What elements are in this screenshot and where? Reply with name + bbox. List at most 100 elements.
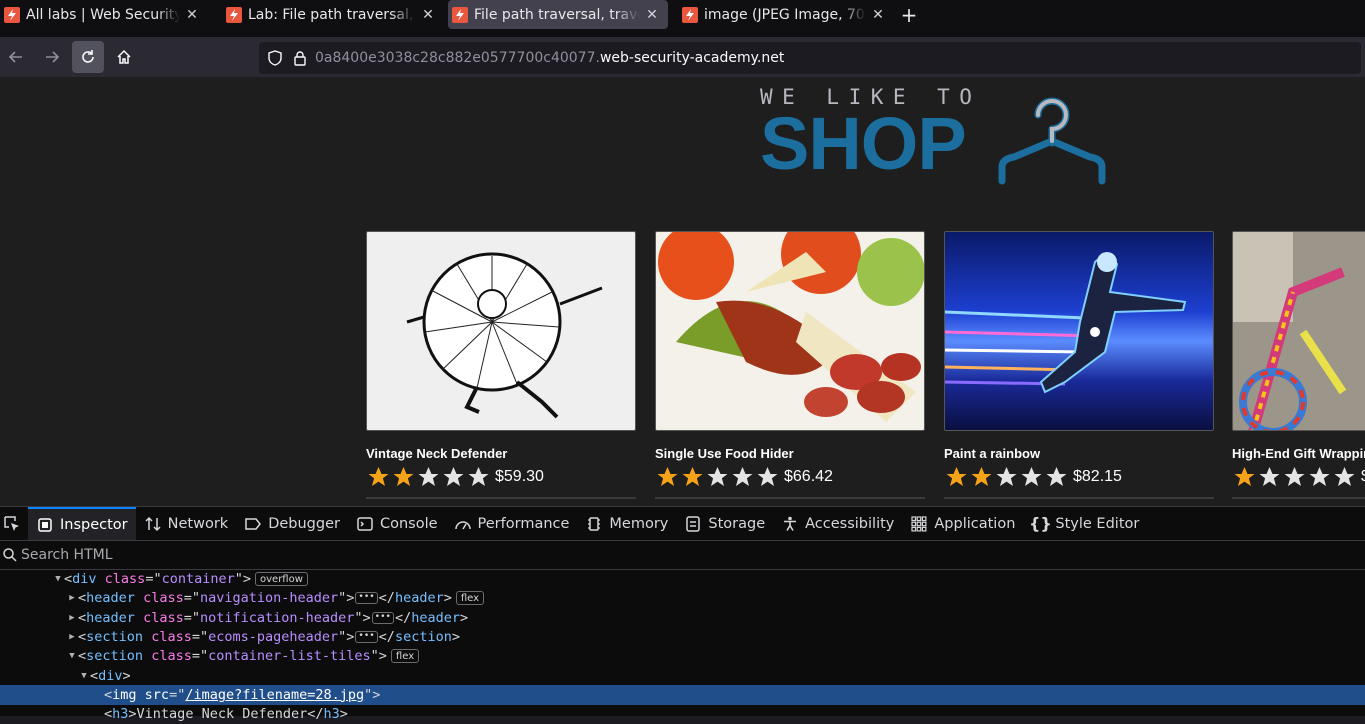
star-empty-icon bbox=[1259, 467, 1280, 486]
tab-label: Inspector bbox=[60, 516, 128, 533]
star-filled-icon bbox=[946, 467, 967, 486]
markup-node-h3[interactable]: < h3 > Vintage Neck Defender </h3 > bbox=[0, 705, 1365, 724]
food-hider-image[interactable] bbox=[655, 231, 925, 431]
academy-favicon-icon bbox=[682, 6, 698, 23]
home-icon bbox=[117, 49, 131, 64]
element-picker-button[interactable] bbox=[0, 507, 28, 540]
new-tab-button[interactable]: + bbox=[894, 0, 924, 29]
markup-node-container[interactable]: ▼ < div class =" container "> overflow bbox=[0, 570, 1365, 589]
hanger-icon bbox=[998, 97, 1106, 185]
star-empty-icon bbox=[1334, 467, 1355, 486]
tab-storage[interactable]: Storage bbox=[676, 507, 773, 540]
academy-favicon-icon bbox=[452, 6, 468, 23]
back-button[interactable] bbox=[0, 41, 32, 73]
storage-icon bbox=[686, 515, 701, 532]
web-page: WE LIKE TO SHOP Vintage Neck Defender $5… bbox=[0, 77, 1365, 506]
url-domain: web-security-academy.net bbox=[599, 50, 785, 66]
collapse-toggle-icon[interactable]: ▶ bbox=[66, 593, 78, 603]
star-rating bbox=[944, 465, 1069, 489]
tab-label: Network bbox=[167, 515, 229, 532]
element-picker-icon bbox=[4, 515, 19, 531]
flex-badge[interactable]: flex bbox=[455, 591, 485, 606]
product-tile[interactable]: High-End Gift Wrapping $ bbox=[1232, 231, 1365, 499]
gift-wrapping-image[interactable] bbox=[1232, 231, 1365, 431]
tab-image-jpeg[interactable]: image (JPEG Image, 700 ✕ bbox=[678, 0, 894, 29]
product-tile[interactable]: Paint a rainbow $82.15 bbox=[944, 231, 1214, 499]
markup-node-ecoms-pageheader[interactable]: ▶ < section class =" ecoms-pageheader "> ••• </… bbox=[0, 627, 1365, 646]
close-tab-icon[interactable]: ✕ bbox=[644, 7, 660, 23]
tab-memory[interactable]: Memory bbox=[577, 507, 676, 540]
markup-node-img-selected[interactable]: < img src ="/image?filename=28.jpg "> bbox=[0, 685, 1365, 705]
url-prefix: 0a8400e3038c28c882e0577700c40077. bbox=[315, 50, 600, 66]
product-price: $ bbox=[1361, 468, 1365, 486]
flex-badge[interactable]: flex bbox=[390, 649, 420, 664]
lock-icon[interactable] bbox=[293, 50, 307, 66]
search-html-input[interactable] bbox=[21, 547, 621, 563]
tab-performance[interactable]: Performance bbox=[446, 507, 578, 540]
shop-logo[interactable]: WE LIKE TO SHOP bbox=[760, 85, 981, 181]
product-tile[interactable]: Single Use Food Hider $66.42 bbox=[655, 231, 925, 499]
tab-file-path-active[interactable]: File path traversal, traversal ✕ bbox=[448, 0, 668, 29]
markup-node-navigation-header[interactable]: ▶ < header class =" navigation-header "> ••• </… bbox=[0, 589, 1365, 608]
product-tile[interactable]: Vintage Neck Defender $59.30 bbox=[366, 231, 636, 499]
ellipsis-icon[interactable]: ••• bbox=[355, 592, 378, 605]
markup-node-notification-header[interactable]: ▶ < header class =" notification-header "> •••… bbox=[0, 608, 1365, 627]
expand-toggle-icon[interactable]: ▼ bbox=[66, 651, 78, 661]
collapse-toggle-icon[interactable]: ▶ bbox=[66, 632, 78, 642]
reload-button[interactable] bbox=[72, 41, 104, 73]
tab-application[interactable]: Application bbox=[902, 507, 1023, 540]
url-bar[interactable]: 0a8400e3038c28c882e0577700c40077.web-sec… bbox=[259, 42, 1361, 74]
product-name[interactable]: High-End Gift Wrapping bbox=[1232, 446, 1365, 461]
star-empty-icon bbox=[1021, 467, 1042, 486]
star-empty-icon bbox=[1309, 467, 1330, 486]
tab-label: Memory bbox=[609, 515, 669, 532]
arrow-right-icon bbox=[46, 51, 60, 63]
memory-chip-icon bbox=[588, 516, 601, 531]
tab-all-labs[interactable]: All labs | Web Security Academy ✕ bbox=[0, 0, 208, 29]
tile-divider bbox=[366, 497, 636, 499]
tab-title: All labs | Web Security Academy bbox=[26, 6, 180, 23]
markup-node-div[interactable]: ▼ < div > bbox=[0, 666, 1365, 685]
paint-rainbow-image[interactable] bbox=[944, 231, 1214, 431]
expand-toggle-icon[interactable]: ▼ bbox=[52, 574, 64, 584]
star-filled-icon bbox=[657, 467, 678, 486]
tab-inspector[interactable]: Inspector bbox=[28, 507, 136, 540]
image-src-link[interactable]: /image?filename=28.jpg bbox=[185, 687, 364, 703]
home-button[interactable] bbox=[108, 41, 140, 73]
inspector-icon bbox=[38, 517, 52, 532]
close-tab-icon[interactable]: ✕ bbox=[184, 7, 200, 23]
expand-toggle-icon[interactable]: ▼ bbox=[78, 671, 90, 681]
close-tab-icon[interactable]: ✕ bbox=[870, 7, 886, 23]
collapse-toggle-icon[interactable]: ▶ bbox=[66, 613, 78, 623]
url-text[interactable]: 0a8400e3038c28c882e0577700c40077.web-sec… bbox=[315, 50, 784, 66]
vintage-neck-defender-image[interactable] bbox=[366, 231, 636, 431]
tile-divider bbox=[655, 497, 925, 499]
forward-button[interactable] bbox=[36, 41, 68, 73]
markup-node-container-list-tiles[interactable]: ▼ < section class =" container-list-tiles "> f… bbox=[0, 647, 1365, 666]
console-icon bbox=[357, 516, 373, 531]
product-name[interactable]: Vintage Neck Defender bbox=[366, 446, 636, 461]
tab-title: image (JPEG Image, 700 bbox=[704, 6, 866, 23]
academy-favicon-icon bbox=[226, 6, 242, 23]
tab-label: Debugger bbox=[268, 515, 340, 532]
ellipsis-icon[interactable]: ••• bbox=[371, 611, 394, 624]
tab-network[interactable]: Network bbox=[136, 507, 237, 540]
devtools-toolbar: Inspector Network Debugger Console Perfo… bbox=[0, 506, 1365, 540]
ellipsis-icon[interactable]: ••• bbox=[355, 631, 378, 644]
tab-debugger[interactable]: Debugger bbox=[236, 507, 348, 540]
tracking-shield-icon[interactable] bbox=[267, 50, 283, 66]
tab-lab-file-path[interactable]: Lab: File path traversal, traversal ✕ bbox=[222, 0, 444, 29]
close-tab-icon[interactable]: ✕ bbox=[420, 7, 436, 23]
overflow-badge[interactable]: overflow bbox=[255, 572, 308, 587]
star-rating bbox=[366, 465, 491, 489]
tab-accessibility[interactable]: Accessibility bbox=[773, 507, 902, 540]
braces-icon: {} bbox=[1029, 514, 1052, 533]
product-name[interactable]: Paint a rainbow bbox=[944, 446, 1214, 461]
tab-style-editor[interactable]: {} Style Editor bbox=[1023, 507, 1147, 540]
product-name[interactable]: Single Use Food Hider bbox=[655, 446, 925, 461]
tile-divider bbox=[1232, 497, 1365, 499]
product-price: $59.30 bbox=[495, 468, 544, 485]
tab-label: Console bbox=[379, 515, 438, 532]
star-empty-icon bbox=[1284, 467, 1305, 486]
tab-console[interactable]: Console bbox=[348, 507, 446, 540]
